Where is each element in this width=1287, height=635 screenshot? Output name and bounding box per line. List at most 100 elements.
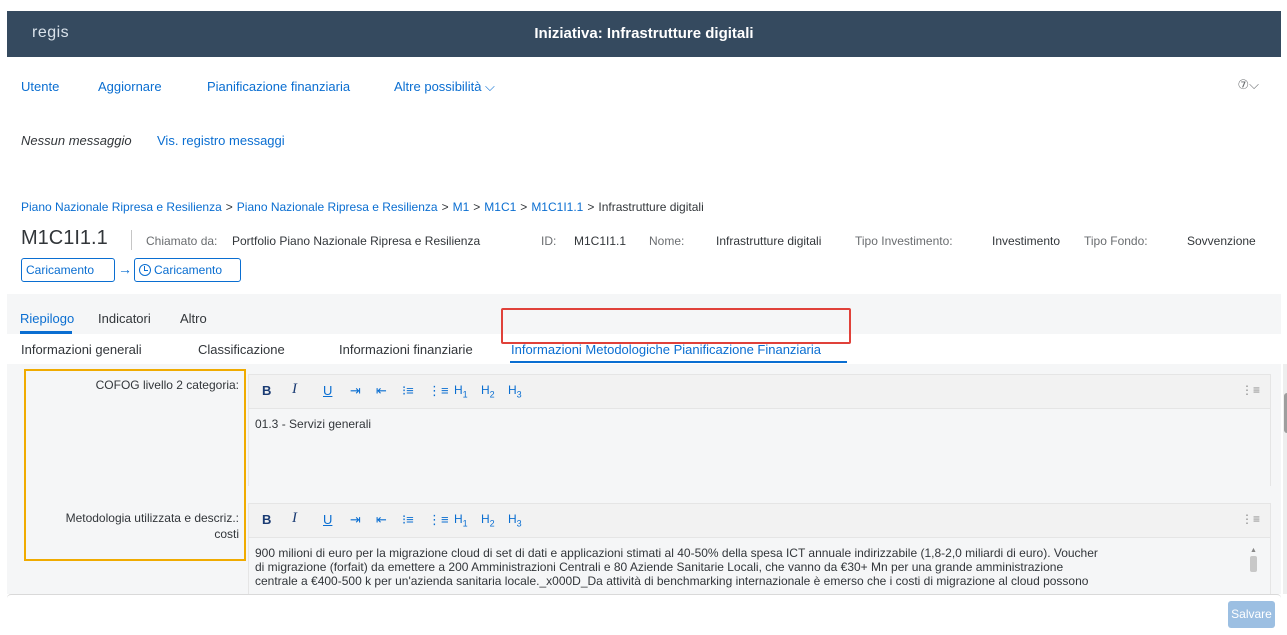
- bold-button[interactable]: B: [262, 383, 271, 398]
- cofog-label: COFOG livello 2 categoria:: [95, 378, 239, 392]
- editor-toolbar: B I U ⇥ ⇤ ⁝≡ ⋮≡ H1 H2 H3 ⋮≡: [249, 504, 1270, 538]
- investment-type-value: Investimento: [992, 234, 1061, 248]
- menu-utente[interactable]: Utente: [21, 79, 59, 94]
- italic-button[interactable]: I: [292, 510, 297, 527]
- breadcrumb-separator: >: [441, 200, 449, 214]
- editor-toolbar: B I U ⇥ ⇤ ⁝≡ ⋮≡ H1 H2 H3 ⋮≡: [249, 375, 1270, 409]
- heading2-letter: H: [481, 383, 490, 397]
- subsection-tabs: Informazioni generali Classificazione In…: [7, 334, 1281, 364]
- underline-button[interactable]: U: [323, 383, 332, 398]
- breadcrumb-separator: >: [520, 200, 528, 214]
- help-icon[interactable]: ⑦⌵: [1237, 77, 1259, 93]
- shell-title: Iniziativa: Infrastrutture digitali: [534, 25, 754, 42]
- heading3-letter: H: [508, 383, 517, 397]
- breadcrumb-link[interactable]: Piano Nazionale Ripresa e Resilienza: [237, 200, 438, 214]
- method-label-line1: Metodologia utilizzata e descriz.:: [65, 511, 239, 525]
- ordered-list-icon[interactable]: ⁝≡: [402, 512, 414, 528]
- arrow-right-icon: →: [118, 261, 132, 277]
- breadcrumb-separator: >: [587, 200, 595, 214]
- object-title: M1C1I1.1: [21, 227, 108, 249]
- italic-button[interactable]: I: [292, 381, 297, 398]
- heading3-letter: H: [508, 512, 517, 526]
- heading3-number: 3: [516, 518, 522, 529]
- menu-bar: Utente Aggiornare Pianificazione finanzi…: [7, 57, 1281, 113]
- underline-button[interactable]: U: [323, 512, 332, 527]
- breadcrumb-link[interactable]: Piano Nazionale Ripresa e Resilienza: [21, 200, 222, 214]
- indent-icon[interactable]: ⇥: [350, 383, 361, 399]
- breadcrumb-separator: >: [225, 200, 233, 214]
- method-text-line: di migrazione (forfait) da emettere a 20…: [255, 560, 1064, 574]
- breadcrumb-link[interactable]: M1C1: [484, 200, 516, 214]
- heading3-button[interactable]: H3: [508, 512, 522, 528]
- no-messages-text: Nessun messaggio: [21, 133, 132, 148]
- breadcrumb-link[interactable]: M1: [453, 200, 470, 214]
- heading3-button[interactable]: H3: [508, 383, 522, 399]
- fund-type-value: Sovvenzione: [1187, 234, 1256, 248]
- called-by-label: Chiamato da:: [146, 234, 218, 248]
- tab-altro[interactable]: Altro: [180, 311, 207, 326]
- object-header: M1C1I1.1 Chiamato da: Portfolio Piano Na…: [21, 225, 1271, 253]
- bold-button[interactable]: B: [262, 512, 271, 527]
- toolbar-overflow-icon[interactable]: ⋮≡: [1241, 512, 1260, 526]
- message-bar: Nessun messaggio Vis. registro messaggi: [7, 133, 1281, 153]
- heading2-letter: H: [481, 512, 490, 526]
- save-button[interactable]: Salvare: [1228, 601, 1275, 628]
- shell-bar: regis Iniziativa: Infrastrutture digital…: [7, 11, 1281, 57]
- menu-altre-possibilita[interactable]: Altre possibilità ⌵: [394, 79, 495, 95]
- heading1-number: 1: [462, 389, 468, 400]
- method-text-line: 900 milioni di euro per la migrazione cl…: [255, 546, 1098, 560]
- called-by-value: Portfolio Piano Nazionale Ripresa e Resi…: [232, 234, 481, 248]
- id-label: ID:: [541, 234, 557, 248]
- tab-informazioni-finanziarie[interactable]: Informazioni finanziarie: [339, 342, 473, 357]
- name-value: Infrastrutture digitali: [716, 234, 822, 248]
- name-label: Nome:: [649, 234, 685, 248]
- breadcrumb-current: Infrastrutture digitali: [598, 200, 704, 214]
- caricamento-step-button[interactable]: Caricamento: [21, 258, 115, 282]
- caricamento-clock-label: Caricamento: [154, 263, 223, 277]
- heading1-letter: H: [454, 512, 463, 526]
- toolbar-overflow-icon[interactable]: ⋮≡: [1241, 383, 1260, 397]
- tab-indicatori[interactable]: Indicatori: [98, 311, 151, 326]
- breadcrumb-link[interactable]: M1C1I1.1: [531, 200, 583, 214]
- menu-pianificazione-finanziaria[interactable]: Pianificazione finanziaria: [207, 79, 350, 94]
- id-value: M1C1I1.1: [574, 234, 627, 248]
- breadcrumb-separator: >: [473, 200, 481, 214]
- app-shell: regis Iniziativa: Infrastrutture digital…: [7, 11, 1287, 635]
- tab-informazioni-metodologiche[interactable]: Informazioni Metodologiche Pianificazion…: [511, 342, 821, 357]
- footer-bar: Salvare: [7, 594, 1281, 634]
- heading1-button[interactable]: H1: [454, 512, 468, 528]
- heading2-number: 2: [489, 389, 495, 400]
- heading1-letter: H: [454, 383, 463, 397]
- tab-riepilogo[interactable]: Riepilogo: [20, 311, 74, 326]
- view-message-log-link[interactable]: Vis. registro messaggi: [157, 133, 285, 148]
- method-label: Metodologia utilizzata e descriz.:: [66, 511, 239, 525]
- ordered-list-icon[interactable]: ⁝≡: [402, 383, 414, 399]
- unordered-list-icon[interactable]: ⋮≡: [428, 383, 449, 399]
- unordered-list-icon[interactable]: ⋮≡: [428, 512, 449, 528]
- indent-icon[interactable]: ⇥: [350, 512, 361, 528]
- investment-type-label: Tipo Investimento:: [855, 234, 953, 248]
- heading1-button[interactable]: H1: [454, 383, 468, 399]
- method-editor[interactable]: B I U ⇥ ⇤ ⁝≡ ⋮≡ H1 H2 H3 ⋮≡ 900 milioni …: [248, 503, 1271, 604]
- tab-classificazione[interactable]: Classificazione: [198, 342, 285, 357]
- tab-informazioni-generali[interactable]: Informazioni generali: [21, 342, 142, 357]
- fund-type-label: Tipo Fondo:: [1084, 234, 1148, 248]
- method-text-line: centrale a €400-500 k per un'azienda san…: [255, 574, 1089, 588]
- outdent-icon[interactable]: ⇤: [376, 512, 387, 528]
- breadcrumb: Piano Nazionale Ripresa e Resilienza > Pia…: [21, 200, 704, 214]
- heading2-number: 2: [489, 518, 495, 529]
- active-subtab-indicator: [510, 361, 847, 363]
- cofog-editor-text[interactable]: 01.3 - Servizi generali: [249, 409, 1270, 486]
- heading3-number: 3: [516, 389, 522, 400]
- heading1-number: 1: [462, 518, 468, 529]
- caricamento-clock-button[interactable]: Caricamento: [134, 258, 241, 282]
- menu-aggiornare[interactable]: Aggiornare: [98, 79, 162, 94]
- header-divider: [131, 230, 132, 250]
- cofog-editor[interactable]: B I U ⇥ ⇤ ⁝≡ ⋮≡ H1 H2 H3 ⋮≡ 01.3 - Servi…: [248, 374, 1271, 486]
- heading2-button[interactable]: H2: [481, 512, 495, 528]
- outdent-icon[interactable]: ⇤: [376, 383, 387, 399]
- editor-scroll-thumb[interactable]: [1250, 556, 1257, 572]
- method-label-costi: costi: [214, 527, 239, 541]
- heading2-button[interactable]: H2: [481, 383, 495, 399]
- section-tabs: Riepilogo Indicatori Altro: [7, 294, 1281, 334]
